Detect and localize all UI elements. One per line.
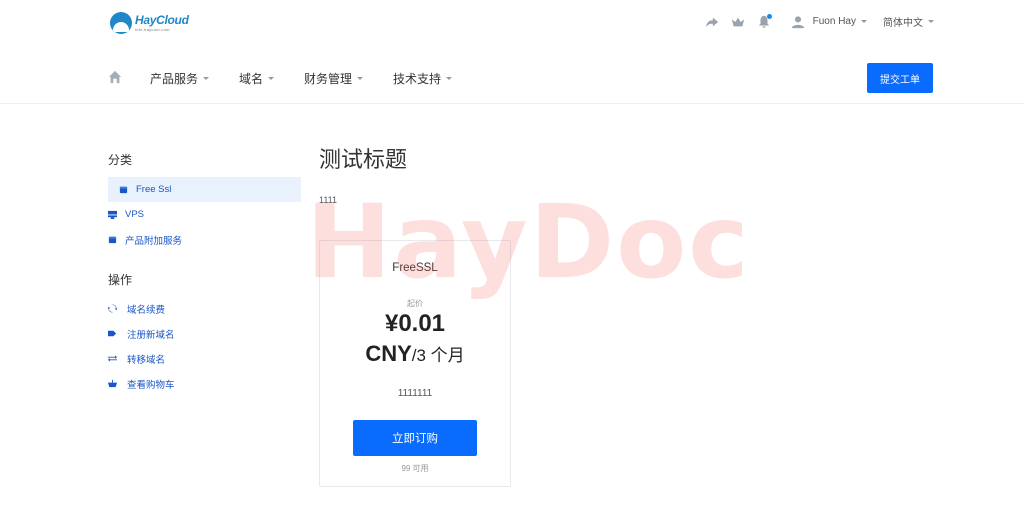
page-title: 测试标题 [319,147,408,172]
nav-item-billing[interactable]: 财务管理 [304,70,364,87]
logo[interactable]: HayCloud info.haycom.com [110,12,189,34]
top-bar: HayCloud info.haycom.com Fuon Hay 简体中文 [0,0,1024,48]
sidebar-item-label: 域名续费 [127,304,166,316]
logo-icon [110,12,132,34]
categories-heading: 分类 [108,153,133,167]
submit-ticket-button[interactable]: 提交工单 [867,63,933,93]
sidebar-item-register-domain[interactable]: 注册新域名 [108,321,301,346]
sidebar-item-label: 查看购物车 [127,379,175,391]
nav-item-label: 技术支持 [393,72,442,86]
nav-item-products[interactable]: 产品服务 [150,70,210,87]
nav-item-domains[interactable]: 域名 [239,70,275,87]
price-currency: CNY [365,341,412,366]
actions-list: 域名续费 注册新域名 转移域名 查看购物车 [108,296,301,396]
sidebar-item-vps[interactable]: VPS [108,202,301,227]
main-navigation: 产品服务 域名 财务管理 技术支持 提交工单 [0,48,1024,104]
chevron-down-icon [928,20,934,23]
nav-item-label: 财务管理 [304,72,353,86]
logo-tagline: info.haycom.com [135,27,170,32]
home-icon[interactable] [108,70,122,84]
nav-item-label: 产品服务 [150,72,199,86]
chevron-down-icon [861,20,867,23]
order-now-button[interactable]: 立即订购 [353,420,477,456]
chevron-down-icon [357,77,364,80]
product-price: ¥0.01 [384,310,446,337]
nav-item-label: 域名 [239,72,264,86]
basket-icon [108,379,117,388]
logo-name: HayCloud [135,13,189,27]
bird-icon[interactable] [731,15,745,29]
actions-heading: 操作 [108,273,133,287]
sidebar-item-view-cart[interactable]: 查看购物车 [108,371,301,396]
product-description: 1111111 [397,388,433,399]
product-name: FreeSSL [392,262,438,274]
tag-icon [108,329,117,338]
sidebar-item-label: 产品附加服务 [125,235,183,247]
transfer-icon [108,354,117,363]
user-name: Fuon Hay [812,16,856,27]
bell-icon[interactable] [757,13,772,29]
user-menu[interactable]: Fuon Hay [791,15,867,29]
box-icon [108,235,117,244]
user-icon [791,15,804,28]
share-icon[interactable] [705,15,719,29]
sidebar-item-transfer-domain[interactable]: 转移域名 [108,346,301,371]
sidebar-item-free-ssl[interactable]: Free Ssl [108,177,301,202]
chevron-down-icon [203,77,210,80]
sidebar-item-label: Free Ssl [136,184,172,195]
sidebar-item-addons[interactable]: 产品附加服务 [108,227,301,252]
sidebar-item-label: VPS [125,209,145,220]
nav-item-support[interactable]: 技术支持 [393,70,453,87]
stock-available: 99 可用 [401,464,429,473]
page-description: 1111 [319,195,338,205]
notification-dot [766,13,772,19]
sidebar-item-label: 转移域名 [127,354,166,366]
language-label: 简体中文 [883,18,923,29]
price-from-label: 起价 [407,299,423,308]
language-selector[interactable]: 简体中文 [883,14,934,29]
chevron-down-icon [446,77,453,80]
top-right-tools: Fuon Hay 简体中文 [693,13,934,29]
server-icon [108,210,117,219]
product-card: FreeSSL 起价 ¥0.01 CNY/3 个月 1111111 立即订购 9… [319,240,511,487]
box-icon [119,185,128,194]
sidebar-item-renew-domain[interactable]: 域名续费 [108,296,301,321]
main-content: 测试标题 1111 [319,145,408,205]
sidebar: 分类 Free Ssl VPS 产品附加服务 操作 域名续费 注册新域名 转移域… [108,150,301,396]
price-period-text: /3 个月 [411,346,465,365]
chevron-down-icon [268,77,275,80]
refresh-icon [108,304,117,313]
category-list: Free Ssl VPS 产品附加服务 [108,177,301,252]
price-period: CNY/3 个月 [320,339,510,371]
sidebar-item-label: 注册新域名 [127,329,175,341]
